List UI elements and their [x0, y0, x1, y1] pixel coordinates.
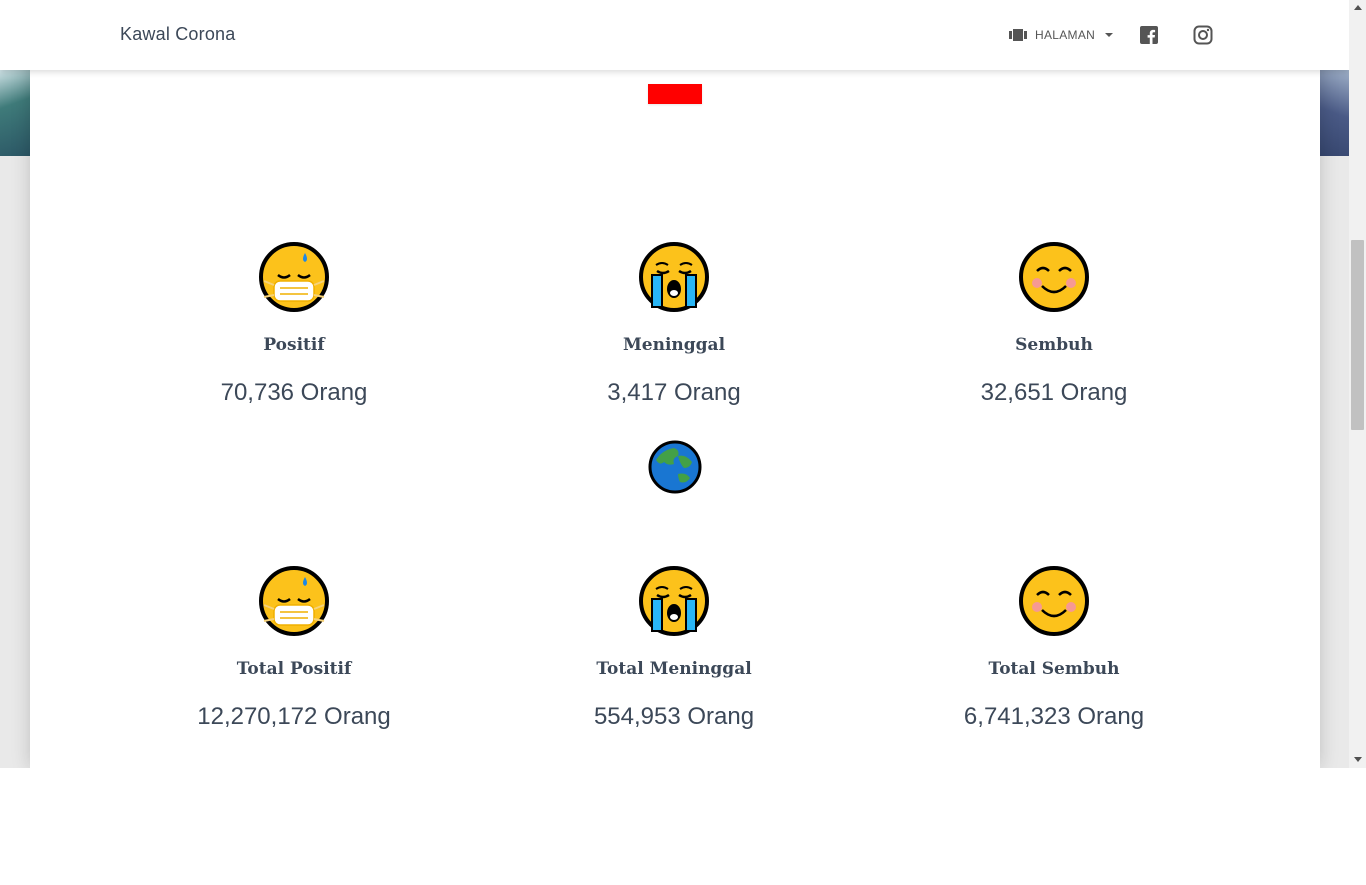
stat-title: Total Sembuh [988, 659, 1120, 679]
vertical-scrollbar[interactable] [1349, 0, 1366, 768]
instagram-icon[interactable] [1193, 25, 1213, 45]
stat-value: 70,736 Orang [220, 379, 368, 406]
stat-value: 6,741,323 Orang [963, 703, 1145, 730]
indonesia-flag-icon [648, 84, 702, 104]
stat-title: Sembuh [1015, 335, 1093, 355]
stat-meninggal: Meninggal 3,417 Orang [484, 241, 864, 407]
stat-title: Total Meninggal [596, 659, 752, 679]
brand-link[interactable]: Kawal Corona [120, 24, 235, 45]
globe-asia-australia-icon [648, 440, 702, 494]
view-carousel-icon [1009, 29, 1027, 41]
page-viewport: Positif 70,736 Orang Meninggal 3,417 Ora… [0, 0, 1349, 768]
loudly-crying-face-icon [639, 566, 709, 636]
stat-total-positif: Total Positif 12,270,172 Orang [104, 565, 484, 731]
caret-down-icon [1105, 33, 1114, 37]
scroll-down-icon[interactable] [1354, 757, 1362, 762]
smiling-face-icon [1019, 242, 1089, 312]
stat-positif: Positif 70,736 Orang [104, 241, 484, 407]
stat-title: Total Positif [236, 659, 352, 679]
face-with-medical-mask-sweat-icon [259, 242, 329, 312]
halaman-label: HALAMAN [1035, 28, 1096, 42]
top-navbar: Kawal Corona HALAMAN [0, 0, 1349, 70]
halaman-dropdown[interactable]: HALAMAN [1009, 24, 1114, 46]
loudly-crying-face-icon [639, 242, 709, 312]
stat-value: 554,953 Orang [593, 703, 755, 730]
stat-title: Positif [263, 335, 325, 355]
smiling-face-icon [1019, 566, 1089, 636]
stat-sembuh: Sembuh 32,651 Orang [864, 241, 1244, 407]
stat-title: Meninggal [622, 335, 726, 355]
stat-value: 12,270,172 Orang [197, 703, 391, 730]
stat-total-meninggal: Total Meninggal 554,953 Orang [484, 565, 864, 731]
stat-value: 3,417 Orang [607, 379, 741, 406]
scroll-up-icon[interactable] [1354, 5, 1362, 10]
scrollbar-thumb[interactable] [1351, 240, 1364, 430]
hero-image-right [1320, 70, 1349, 156]
hero-image-left [0, 70, 30, 156]
stat-value: 32,651 Orang [980, 379, 1128, 406]
facebook-icon[interactable] [1139, 25, 1159, 45]
face-with-medical-mask-sweat-icon [259, 566, 329, 636]
stat-total-sembuh: Total Sembuh 6,741,323 Orang [864, 565, 1244, 731]
